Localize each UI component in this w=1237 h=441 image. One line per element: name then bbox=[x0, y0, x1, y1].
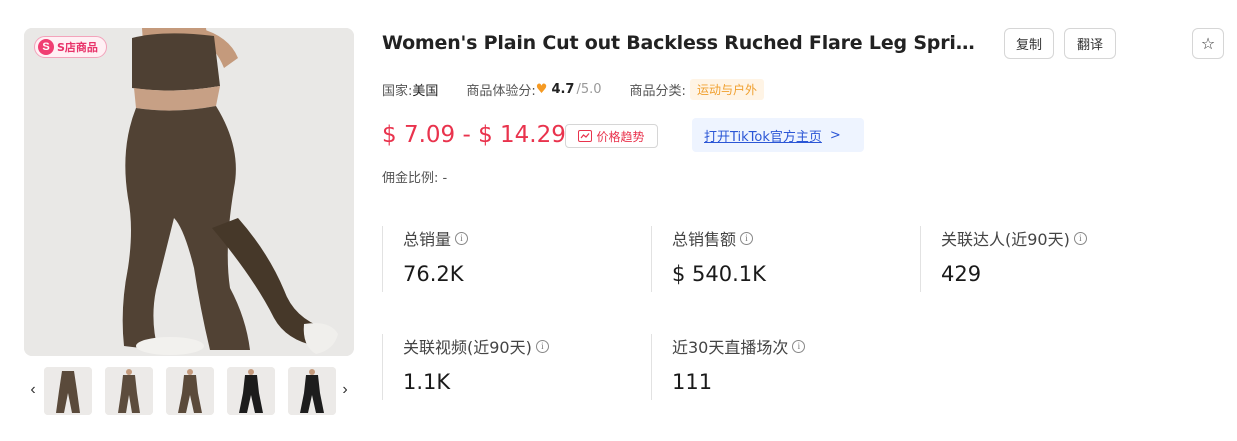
tiktok-link-label: 打开TikTok官方主页 bbox=[704, 129, 822, 145]
product-meta-row: 国家: 美国 商品体验分: ♥ 4.7 /5.0 商品分类: 运动与户外 bbox=[382, 78, 764, 100]
info-icon[interactable]: i bbox=[792, 339, 806, 353]
product-title: Women's Plain Cut out Backless Ruched Fl… bbox=[382, 32, 982, 54]
prev-thumbnail-button[interactable]: ‹ bbox=[26, 381, 40, 399]
country-value: 美国 bbox=[412, 83, 439, 99]
stat-label: 关联视频(近90天) bbox=[403, 338, 532, 357]
tiktok-homepage-link[interactable]: 打开TikTok官方主页 > bbox=[692, 118, 864, 152]
info-icon[interactable]: i bbox=[455, 231, 469, 245]
thumbnail-3[interactable] bbox=[166, 367, 214, 415]
favorite-button[interactable]: ☆ bbox=[1192, 28, 1224, 59]
stat-related-videos: 关联视频(近90天) i 1.1K bbox=[382, 334, 622, 400]
stat-live-sessions: 近30天直播场次 i 111 bbox=[651, 334, 891, 400]
thumbnail-1[interactable] bbox=[44, 367, 92, 415]
s-shop-icon: S bbox=[38, 39, 54, 55]
info-icon[interactable]: i bbox=[1073, 231, 1087, 245]
star-icon: ☆ bbox=[1200, 34, 1216, 53]
stat-label: 总销量 bbox=[403, 230, 452, 249]
stat-label: 关联达人(近90天) bbox=[941, 230, 1070, 249]
commission-label: 佣金比例: bbox=[382, 171, 439, 186]
chevron-right-icon: > bbox=[829, 127, 841, 143]
translate-button[interactable]: 翻译 bbox=[1064, 28, 1116, 59]
commission-value: - bbox=[442, 171, 448, 186]
stat-related-creators: 关联达人(近90天) i 429 bbox=[920, 226, 1160, 292]
badge-label: S店商品 bbox=[57, 41, 98, 54]
stat-total-revenue: 总销售额 i $ 540.1K bbox=[651, 226, 891, 292]
country-label: 国家: bbox=[382, 83, 413, 99]
next-thumbnail-button[interactable]: › bbox=[338, 381, 352, 399]
price-trend-label: 价格趋势 bbox=[596, 129, 645, 144]
thumbnail-5[interactable] bbox=[288, 367, 336, 415]
experience-score-max: /5.0 bbox=[576, 81, 602, 97]
stat-total-sales: 总销量 i 76.2K bbox=[382, 226, 622, 292]
copy-button[interactable]: 复制 bbox=[1004, 28, 1054, 59]
stat-value: 76.2K bbox=[403, 262, 464, 286]
stat-label: 近30天直播场次 bbox=[672, 338, 789, 357]
chart-trend-icon bbox=[578, 130, 593, 142]
price-trend-button[interactable]: 价格趋势 bbox=[565, 124, 658, 148]
stat-value: 111 bbox=[672, 370, 713, 394]
shop-product-badge: S S店商品 bbox=[34, 36, 107, 58]
commission-row: 佣金比例: - bbox=[382, 167, 447, 186]
thumbnail-2[interactable] bbox=[105, 367, 153, 415]
category-label: 商品分类: bbox=[629, 83, 686, 99]
product-main-image[interactable] bbox=[24, 28, 354, 356]
experience-score-label: 商品体验分: bbox=[466, 83, 536, 99]
info-icon[interactable]: i bbox=[535, 339, 549, 353]
stat-value: 429 bbox=[941, 262, 982, 286]
thumbnail-4[interactable] bbox=[227, 367, 275, 415]
stat-value: 1.1K bbox=[403, 370, 451, 394]
info-icon[interactable]: i bbox=[740, 231, 754, 245]
heart-icon: ♥ bbox=[535, 81, 548, 97]
category-tag[interactable]: 运动与户外 bbox=[689, 78, 764, 100]
experience-score-value: 4.7 bbox=[551, 81, 575, 97]
stat-label: 总销售额 bbox=[672, 230, 737, 249]
thumbnail-strip: ‹ › bbox=[24, 367, 354, 415]
price-range: $ 7.09 - $ 14.29 bbox=[382, 122, 566, 148]
stat-value: $ 540.1K bbox=[672, 262, 766, 286]
